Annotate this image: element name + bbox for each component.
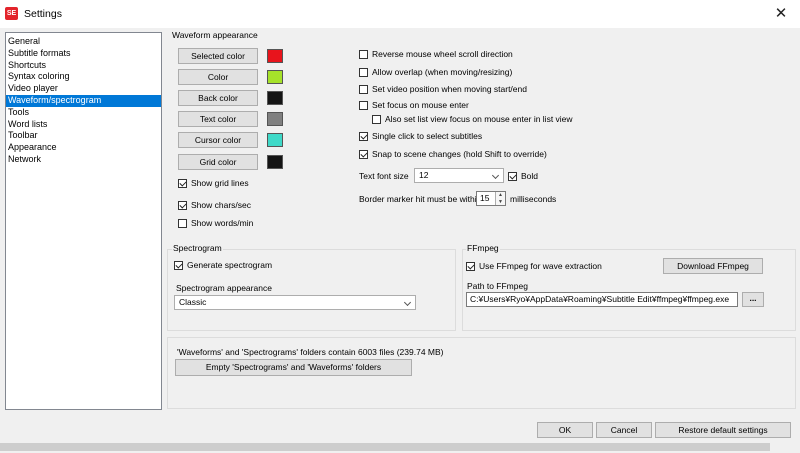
chevron-down-icon	[403, 298, 412, 306]
checkbox-box	[466, 261, 475, 271]
checkbox-box	[359, 67, 368, 77]
checkbox-box	[359, 100, 368, 110]
checkbox-box	[178, 218, 187, 228]
checkbox-box	[359, 131, 368, 141]
color-button[interactable]: Selected color	[178, 48, 258, 64]
ffmpeg-path-input[interactable]: C:¥Users¥Ryo¥AppData¥Roaming¥Subtitle Ed…	[466, 292, 738, 307]
sidebar-item[interactable]: Network	[6, 154, 161, 166]
checkbox-box	[359, 49, 368, 59]
ok-button[interactable]: OK	[537, 422, 593, 438]
focus-mouse-enter-checkbox[interactable]: Set focus on mouse enter	[359, 99, 469, 111]
set-video-position-checkbox[interactable]: Set video position when moving start/end	[359, 83, 527, 95]
spectrogram-title: Spectrogram	[172, 243, 223, 253]
border-marker-label: Border marker hit must be within	[359, 194, 482, 204]
bold-checkbox[interactable]: Bold	[508, 170, 538, 182]
reverse-scroll-checkbox[interactable]: Reverse mouse wheel scroll direction	[359, 48, 513, 60]
checkbox-label: Set video position when moving start/end	[372, 84, 527, 94]
browse-ffmpeg-button[interactable]: ...	[742, 292, 764, 307]
ffmpeg-title: FFmpeg	[466, 243, 500, 253]
color-swatch[interactable]	[267, 70, 283, 84]
text-font-size-label: Text font size	[359, 171, 409, 181]
sidebar-item[interactable]: Video player	[6, 83, 161, 95]
checkbox-box	[359, 84, 368, 94]
sidebar-item[interactable]: Word lists	[6, 119, 161, 131]
folders-info-text: 'Waveforms' and 'Spectrograms' folders c…	[177, 347, 444, 357]
border-marker-input[interactable]: 15 ▲ ▼	[476, 191, 506, 206]
checkbox-label: Show grid lines	[191, 178, 249, 188]
checkbox-label: Reverse mouse wheel scroll direction	[372, 49, 513, 59]
input-value: C:¥Users¥Ryo¥AppData¥Roaming¥Subtitle Ed…	[470, 294, 730, 304]
sidebar-item[interactable]: Appearance	[6, 142, 161, 154]
download-ffmpeg-button[interactable]: Download FFmpeg	[663, 258, 763, 274]
color-button[interactable]: Text color	[178, 111, 258, 127]
color-swatch[interactable]	[267, 155, 283, 169]
sidebar-item[interactable]: Waveform/spectrogram	[6, 94, 161, 107]
sidebar-item[interactable]: General	[6, 36, 161, 48]
color-button[interactable]: Cursor color	[178, 132, 258, 148]
select-value: Classic	[179, 297, 207, 307]
app-icon: SE	[5, 7, 18, 20]
input-value: 15	[480, 193, 490, 203]
horizontal-scrollbar[interactable]	[0, 441, 800, 453]
border-marker-unit: milliseconds	[510, 194, 557, 204]
checkbox-label: Snap to scene changes (hold Shift to ove…	[372, 149, 547, 159]
window-title: Settings	[24, 8, 62, 20]
sidebar-item[interactable]: Subtitle formats	[6, 48, 161, 60]
close-icon[interactable]: ✕	[770, 3, 792, 25]
path-to-ffmpeg-label: Path to FFmpeg	[467, 281, 528, 291]
focus-list-view-checkbox[interactable]: Also set list view focus on mouse enter …	[372, 113, 573, 125]
restore-defaults-button[interactable]: Restore default settings	[655, 422, 791, 438]
snap-scene-checkbox[interactable]: Snap to scene changes (hold Shift to ove…	[359, 148, 547, 160]
checkbox-box	[359, 149, 368, 159]
color-button[interactable]: Back color	[178, 90, 258, 106]
checkbox-box	[178, 200, 187, 210]
color-button[interactable]: Grid color	[178, 154, 258, 170]
empty-folders-button[interactable]: Empty 'Spectrograms' and 'Waveforms' fol…	[175, 359, 412, 376]
generate-spectrogram-checkbox[interactable]: Generate spectrogram	[174, 259, 272, 271]
color-swatch[interactable]	[267, 49, 283, 63]
checkbox-box	[174, 260, 183, 270]
color-swatch[interactable]	[267, 91, 283, 105]
cancel-button[interactable]: Cancel	[596, 422, 652, 438]
show-words-min-checkbox[interactable]: Show words/min	[178, 217, 253, 229]
spinner[interactable]: ▲ ▼	[495, 192, 505, 205]
checkbox-label: Generate spectrogram	[187, 260, 273, 270]
sidebar-item[interactable]: Syntax coloring	[6, 71, 161, 83]
spin-down-icon[interactable]: ▼	[496, 199, 505, 206]
checkbox-label: Show words/min	[191, 218, 254, 228]
checkbox-box	[508, 171, 517, 181]
sidebar-item[interactable]: Toolbar	[6, 130, 161, 142]
checkbox-label: Single click to select subtitles	[372, 131, 483, 141]
color-swatch[interactable]	[267, 112, 283, 126]
use-ffmpeg-checkbox[interactable]: Use FFmpeg for wave extraction	[466, 260, 602, 272]
title-bar: SE Settings ✕	[0, 0, 800, 28]
waveform-appearance-title: Waveform appearance	[171, 30, 259, 40]
checkbox-label: Bold	[521, 171, 539, 181]
chevron-down-icon	[491, 171, 500, 179]
text-font-size-select[interactable]: 12	[414, 168, 504, 183]
allow-overlap-checkbox[interactable]: Allow overlap (when moving/resizing)	[359, 66, 512, 78]
checkbox-label: Set focus on mouse enter	[372, 100, 469, 110]
checkbox-label: Use FFmpeg for wave extraction	[479, 261, 602, 271]
checkbox-box	[178, 178, 187, 188]
checkbox-label: Also set list view focus on mouse enter …	[385, 114, 573, 124]
select-value: 12	[419, 170, 429, 180]
show-chars-sec-checkbox[interactable]: Show chars/sec	[178, 199, 251, 211]
spectrogram-appearance-label: Spectrogram appearance	[176, 283, 272, 293]
sidebar-item[interactable]: Shortcuts	[6, 60, 161, 72]
color-button[interactable]: Color	[178, 69, 258, 85]
checkbox-label: Allow overlap (when moving/resizing)	[372, 67, 513, 77]
color-swatch[interactable]	[267, 133, 283, 147]
show-grid-lines-checkbox[interactable]: Show grid lines	[178, 177, 249, 189]
settings-category-list[interactable]: General Subtitle formats Shortcuts Syntax c…	[5, 32, 162, 410]
sidebar-item[interactable]: Tools	[6, 107, 161, 119]
scrollbar-thumb[interactable]	[0, 443, 770, 451]
single-click-checkbox[interactable]: Single click to select subtitles	[359, 130, 482, 142]
checkbox-box	[372, 114, 381, 124]
checkbox-label: Show chars/sec	[191, 200, 251, 210]
spectrogram-appearance-select[interactable]: Classic	[174, 295, 416, 310]
